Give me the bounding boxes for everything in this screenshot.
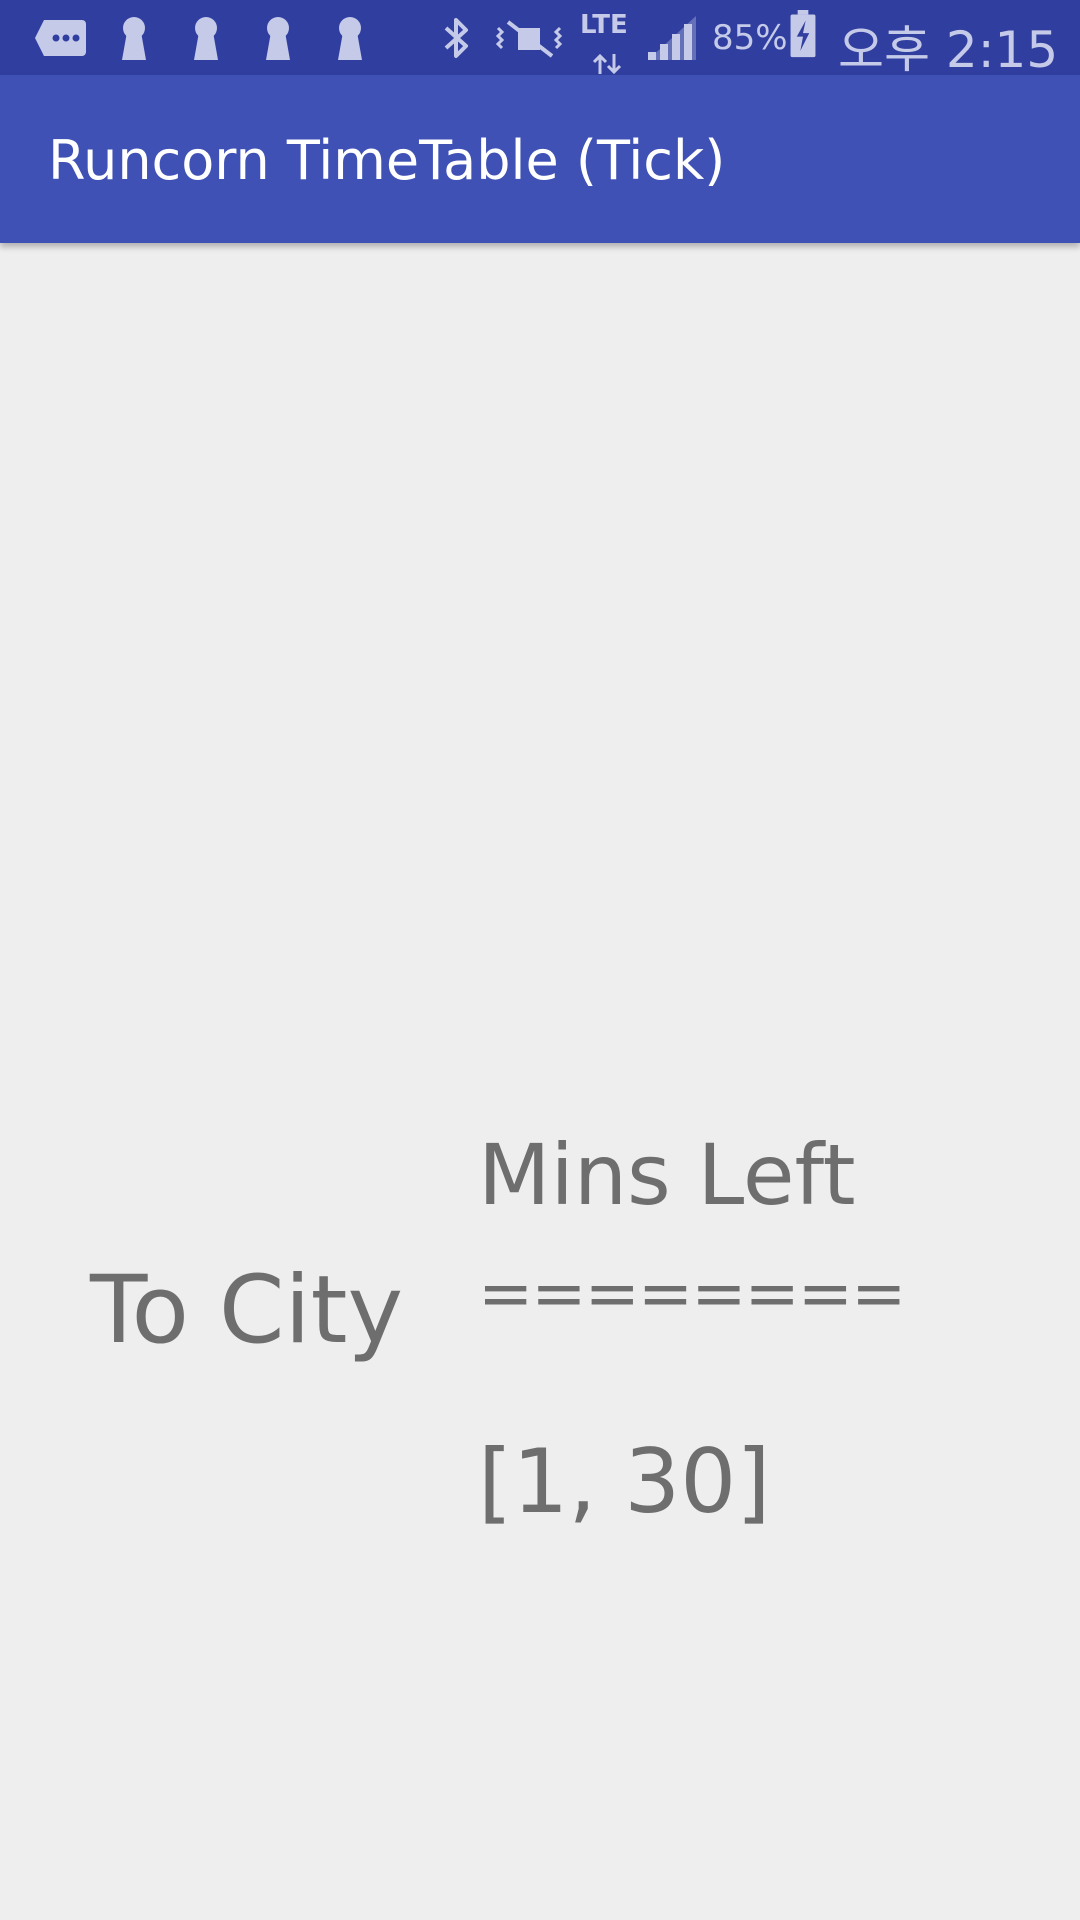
mins-left-header: Mins Left (478, 1126, 856, 1224)
battery-percent: 85% (712, 18, 788, 58)
app-bar: Runcorn TimeTable (Tick) (0, 75, 1080, 243)
keyhole-icon (122, 17, 146, 60)
timetable-content: To City Mins Left ======== [1, 30] (0, 243, 1080, 1920)
bluetooth-icon (444, 18, 468, 58)
status-bar: LTE 85% 오후 2:15 (0, 0, 1080, 79)
direction-label: To City (90, 1256, 404, 1365)
minutes-left-value: [1, 30] (478, 1430, 771, 1533)
battery-charging-icon (790, 10, 816, 58)
keyhole-icon (266, 17, 290, 60)
signal-icon (648, 16, 696, 60)
vibrate-mute-icon (495, 20, 563, 58)
app-title: Runcorn TimeTable (Tick) (48, 129, 726, 192)
keyhole-icon (194, 17, 218, 60)
lte-label: LTE (580, 10, 628, 40)
keyhole-icon (338, 17, 362, 60)
clock: 오후 2:15 (838, 21, 1059, 79)
message-icon (35, 20, 86, 56)
header-separator: ======== (478, 1255, 906, 1332)
